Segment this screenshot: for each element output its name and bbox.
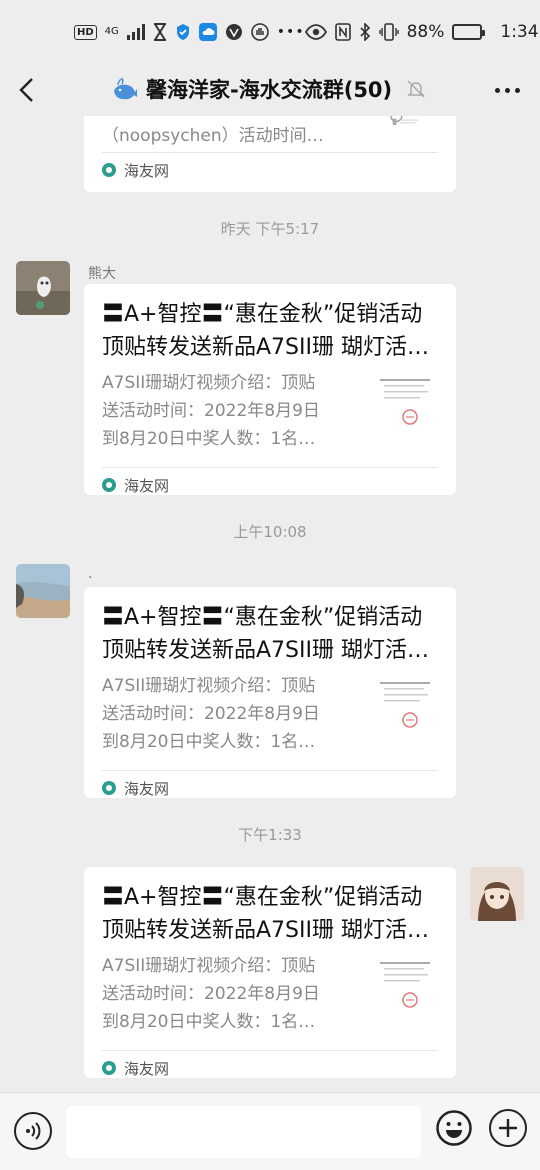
card-body: A7SII珊瑚灯视频介绍：顶贴 送活动时间：2022年8月9日 到8月20日中奖… — [84, 364, 456, 453]
emoji-icon — [436, 1110, 472, 1146]
card-title-line1: 〓A+智控〓“惠在金秋”促销活动 — [102, 302, 423, 327]
link-card[interactable]: 〓A+智控〓“惠在金秋”促销活动 顶贴转发送新品A7SII珊 瑚灯活… A7SI… — [84, 587, 456, 798]
vibrate-icon — [378, 23, 399, 41]
card-title: 〓A+智控〓“惠在金秋”促销活动 顶贴转发送新品A7SII珊 瑚灯活… — [84, 284, 456, 364]
hd-badge: HD — [74, 24, 97, 40]
link-card[interactable]: 〓A+智控〓“惠在金秋”促销活动 顶贴转发送新品A7SII珊 瑚灯活… A7SI… — [84, 867, 456, 1078]
back-button[interactable] — [16, 77, 38, 103]
plus-circle-icon — [499, 1119, 517, 1137]
battery-icon — [452, 24, 486, 40]
card-description: A7SII珊瑚灯视频介绍：顶贴 送活动时间：2022年8月9日 到8月20日中奖… — [102, 373, 320, 449]
more-dot — [505, 87, 510, 93]
source-icon — [102, 478, 116, 492]
voice-icon — [26, 1122, 41, 1140]
clock: 1:34 — [500, 22, 539, 42]
link-card[interactable]: 〓A+智控〓“惠在金秋”促销活动 顶贴转发送新品A7SII珊 瑚灯活… A7SI… — [84, 284, 456, 495]
card-source: 海友网 — [84, 1051, 456, 1085]
card-description: （noopsychen）活动时间… — [102, 126, 324, 146]
more-dot — [515, 87, 520, 93]
network-type: 4G — [104, 26, 119, 37]
card-source: 海友网 — [84, 153, 456, 187]
card-source: 海友网 — [84, 468, 456, 502]
source-name: 海友网 — [124, 161, 170, 180]
card-thumbnail — [390, 116, 419, 126]
card-title-line2: 顶贴转发送新品A7SII珊 瑚灯活… — [102, 335, 429, 360]
eye-icon — [304, 24, 327, 40]
card-thumbnail — [380, 682, 430, 728]
timestamp: 下午1:33 — [238, 826, 302, 844]
source-icon — [102, 781, 116, 795]
card-title-line1: 〓A+智控〓“惠在金秋”促销活动 — [102, 885, 423, 910]
cloud-icon — [198, 23, 217, 41]
chat-area[interactable]: （noopsychen）活动时间… 海友网 昨天 下午5:17 熊大 〓A+智控… — [0, 116, 540, 1092]
emoji-button[interactable] — [435, 1109, 473, 1147]
timestamp: 上午10:08 — [233, 523, 307, 541]
hand-icon — [250, 23, 269, 41]
hourglass-icon — [153, 23, 167, 41]
card-title-line1: 〓A+智控〓“惠在金秋”促销活动 — [102, 605, 423, 630]
more-dot — [495, 87, 500, 93]
card-body: A7SII珊瑚灯视频介绍：顶贴 送活动时间：2022年8月9日 到8月20日中奖… — [84, 947, 456, 1036]
card-thumbnail — [380, 379, 430, 425]
my-avatar[interactable] — [470, 867, 524, 921]
more-notifications-icon: ••• — [276, 24, 305, 40]
chevron-left-icon — [19, 78, 33, 102]
input-bar — [0, 1092, 540, 1170]
card-thumbnail — [380, 962, 430, 1008]
card-title-line2: 顶贴转发送新品A7SII珊 瑚灯活… — [102, 918, 429, 943]
link-card[interactable]: （noopsychen）活动时间… 海友网 — [84, 116, 456, 192]
card-title: 〓A+智控〓“惠在金秋”促销活动 顶贴转发送新品A7SII珊 瑚灯活… — [84, 587, 456, 667]
source-name: 海友网 — [124, 779, 170, 798]
bluetooth-icon — [359, 23, 371, 41]
card-title: 〓A+智控〓“惠在金秋”促销活动 顶贴转发送新品A7SII珊 瑚灯活… — [84, 867, 456, 947]
source-icon — [102, 1061, 116, 1075]
source-name: 海友网 — [124, 1059, 170, 1078]
timestamp: 昨天 下午5:17 — [220, 220, 320, 238]
signal-icon — [126, 24, 145, 40]
card-body: （noopsychen）活动时间… — [84, 116, 456, 152]
bell-off-icon — [406, 79, 426, 99]
nfc-icon — [334, 23, 351, 41]
whale-icon — [112, 77, 138, 101]
app-icon — [225, 23, 243, 41]
card-body: A7SII珊瑚灯视频介绍：顶贴 送活动时间：2022年8月9日 到8月20日中奖… — [84, 667, 456, 756]
plus-button[interactable] — [489, 1109, 527, 1147]
message-input[interactable] — [66, 1106, 421, 1158]
status-bar: HD 4G ••• 88% 1:34 — [0, 0, 540, 64]
shield-icon — [175, 23, 191, 41]
chat-title: 馨海洋家-海水交流群(50) — [146, 78, 393, 102]
status-left: HD 4G ••• — [74, 23, 305, 41]
nav-bar: 馨海洋家-海水交流群(50) — [0, 64, 540, 116]
source-icon — [102, 163, 116, 177]
battery-percent: 88% — [406, 22, 445, 42]
avatar[interactable] — [16, 261, 70, 315]
source-name: 海友网 — [124, 476, 170, 495]
card-description: A7SII珊瑚灯视频介绍：顶贴 送活动时间：2022年8月9日 到8月20日中奖… — [102, 676, 320, 752]
more-button[interactable] — [489, 82, 526, 99]
card-description: A7SII珊瑚灯视频介绍：顶贴 送活动时间：2022年8月9日 到8月20日中奖… — [102, 956, 320, 1032]
sender-name: . — [88, 566, 93, 582]
voice-button[interactable] — [14, 1112, 52, 1150]
avatar[interactable] — [16, 564, 70, 618]
sender-name: 熊大 — [88, 266, 116, 282]
card-source: 海友网 — [84, 771, 456, 805]
nav-title-group: 馨海洋家-海水交流群(50) — [112, 74, 426, 104]
status-right: 88% 1:34 — [304, 22, 539, 42]
card-title-line2: 顶贴转发送新品A7SII珊 瑚灯活… — [102, 638, 429, 663]
